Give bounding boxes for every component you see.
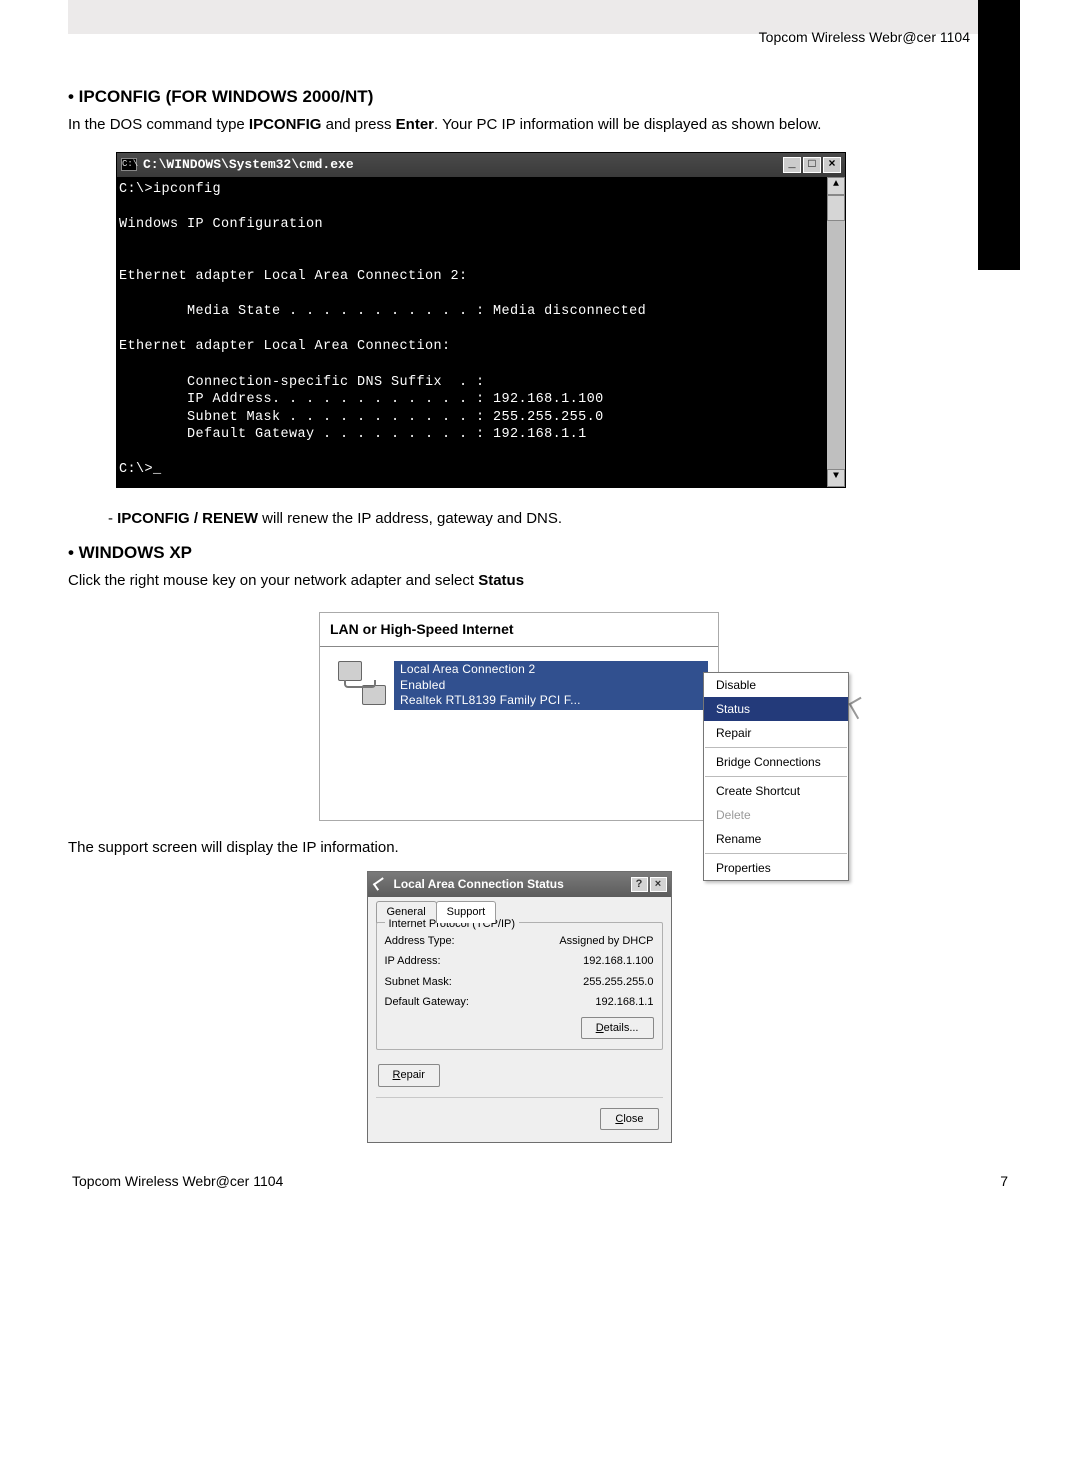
minimize-button[interactable]: _ xyxy=(783,157,801,173)
scroll-thumb[interactable] xyxy=(827,195,845,221)
row-default-gateway: Default Gateway: 192.168.1.1 xyxy=(385,994,654,1011)
menu-item-disable[interactable]: Disable xyxy=(704,673,848,697)
cmd-window-controls: _ □ × xyxy=(781,157,841,173)
network-adapter-label: Local Area Connection 2 Enabled Realtek … xyxy=(394,661,708,710)
label-address-type: Address Type: xyxy=(385,933,455,950)
text: will renew the IP address, gateway and D… xyxy=(258,510,562,527)
section-heading-ipconfig: • IPCONFIG (FOR WINDOWS 2000/NT) xyxy=(68,84,970,110)
row-address-type: Address Type: Assigned by DHCP xyxy=(385,933,654,950)
value-ip: 192.168.1.100 xyxy=(583,953,653,970)
scroll-up-button[interactable]: ▲ xyxy=(827,177,845,195)
close-button[interactable]: × xyxy=(823,157,841,173)
row-ip-address: IP Address: 192.168.1.100 xyxy=(385,953,654,970)
value-mask: 255.255.255.0 xyxy=(583,974,653,991)
row-subnet-mask: Subnet Mask: 255.255.255.0 xyxy=(385,974,654,991)
network-panel-header: LAN or High-Speed Internet xyxy=(320,613,718,647)
manual-title: Topcom Wireless Webr@cer 1104 xyxy=(759,29,970,45)
cmd-title-text: C:\WINDOWS\System32\cmd.exe xyxy=(143,155,354,175)
repair-button-rest: epair xyxy=(400,1069,424,1081)
close-button-rest: lose xyxy=(623,1113,643,1125)
adapter-name: Local Area Connection 2 xyxy=(400,662,702,678)
menu-item-delete: Delete xyxy=(704,803,848,827)
menu-separator xyxy=(705,776,847,777)
dialog-title-text: Local Area Connection Status xyxy=(394,875,629,893)
menu-item-status[interactable]: Status xyxy=(704,697,848,721)
label-ip: IP Address: xyxy=(385,953,441,970)
dialog-titlebar[interactable]: Local Area Connection Status ? × xyxy=(368,872,671,897)
cmd-window: C:\ C:\WINDOWS\System32\cmd.exe _ □ × C:… xyxy=(116,152,846,488)
details-button-rest: etails... xyxy=(604,1022,639,1034)
section-heading-winxp: • WINDOWS XP xyxy=(68,540,970,566)
adapter-state: Enabled xyxy=(400,678,702,694)
label-mask: Subnet Mask: xyxy=(385,974,452,991)
cmd-output[interactable]: C:\>ipconfig Windows IP Configuration Et… xyxy=(117,177,845,487)
value-address-type: Assigned by DHCP xyxy=(559,933,653,950)
menu-separator xyxy=(705,747,847,748)
section-intro-ipconfig: In the DOS command type IPCONFIG and pre… xyxy=(68,114,970,137)
cmd-icon: C:\ xyxy=(121,158,137,171)
dialog-body: General Support Internet Protocol (TCP/I… xyxy=(368,897,671,1142)
maximize-button[interactable]: □ xyxy=(803,157,821,173)
close-button[interactable]: × xyxy=(650,877,667,892)
network-panel-wrap: LAN or High-Speed Internet Local Area Co… xyxy=(319,612,719,821)
bold-term-renew: IPCONFIG / RENEW xyxy=(117,510,258,527)
text: Click the right mouse key on your networ… xyxy=(68,572,478,589)
menu-item-repair[interactable]: Repair xyxy=(704,721,848,745)
dialog-actions: Close xyxy=(376,1097,663,1133)
menu-item-shortcut[interactable]: Create Shortcut xyxy=(704,779,848,803)
bold-term-enter: Enter xyxy=(396,116,434,133)
value-gateway: 192.168.1.1 xyxy=(595,994,653,1011)
cmd-titlebar[interactable]: C:\ C:\WINDOWS\System32\cmd.exe _ □ × xyxy=(117,153,845,177)
language-tab: ENGLISH xyxy=(978,0,1020,270)
tab-support[interactable]: Support xyxy=(436,901,497,923)
close-dialog-button[interactable]: Close xyxy=(600,1108,658,1131)
section-intro-winxp: Click the right mouse key on your networ… xyxy=(68,570,970,593)
menu-separator xyxy=(705,853,847,854)
menu-item-rename[interactable]: Rename xyxy=(704,827,848,851)
cmd-body: C:\>ipconfig Windows IP Configuration Et… xyxy=(117,177,845,487)
document-body: • IPCONFIG (FOR WINDOWS 2000/NT) In the … xyxy=(0,56,1080,1143)
scroll-down-button[interactable]: ▼ xyxy=(827,469,845,487)
network-adapter-item[interactable]: Local Area Connection 2 Enabled Realtek … xyxy=(330,661,708,710)
context-menu: Disable Status Repair Bridge Connections… xyxy=(703,672,849,881)
page-number: 7 xyxy=(1000,1173,1008,1189)
help-button[interactable]: ? xyxy=(631,877,648,892)
dialog-title-icon xyxy=(374,878,388,890)
bold-term-ipconfig: IPCONFIG xyxy=(249,116,322,133)
footer-manual-title: Topcom Wireless Webr@cer 1104 xyxy=(72,1173,283,1189)
page-footer: Topcom Wireless Webr@cer 1104 7 xyxy=(0,1143,1080,1189)
text: In the DOS command type xyxy=(68,116,249,133)
menu-item-properties[interactable]: Properties xyxy=(704,856,848,880)
dash: - xyxy=(108,510,117,527)
label-gateway: Default Gateway: xyxy=(385,994,469,1011)
connection-status-dialog: Local Area Connection Status ? × General… xyxy=(367,871,672,1143)
menu-item-bridge[interactable]: Bridge Connections xyxy=(704,750,848,774)
details-button[interactable]: Details... xyxy=(581,1017,654,1040)
network-connections-panel: LAN or High-Speed Internet Local Area Co… xyxy=(319,612,719,821)
protocol-fieldset: Internet Protocol (TCP/IP) Address Type:… xyxy=(376,922,663,1051)
bold-term-status: Status xyxy=(478,572,524,589)
language-tab-label: ENGLISH xyxy=(1006,235,1027,435)
network-adapter-icon xyxy=(338,661,386,705)
repair-button[interactable]: Repair xyxy=(378,1064,440,1087)
renew-note: - IPCONFIG / RENEW will renew the IP add… xyxy=(108,508,970,531)
network-panel-body: Local Area Connection 2 Enabled Realtek … xyxy=(320,647,718,820)
adapter-device: Realtek RTL8139 Family PCI F... xyxy=(400,693,702,709)
text: and press xyxy=(321,116,395,133)
page-header: Topcom Wireless Webr@cer 1104 ENGLISH xyxy=(0,0,1080,56)
text: . Your PC IP information will be display… xyxy=(434,116,821,133)
cmd-scrollbar[interactable]: ▲ ▼ xyxy=(827,177,845,487)
